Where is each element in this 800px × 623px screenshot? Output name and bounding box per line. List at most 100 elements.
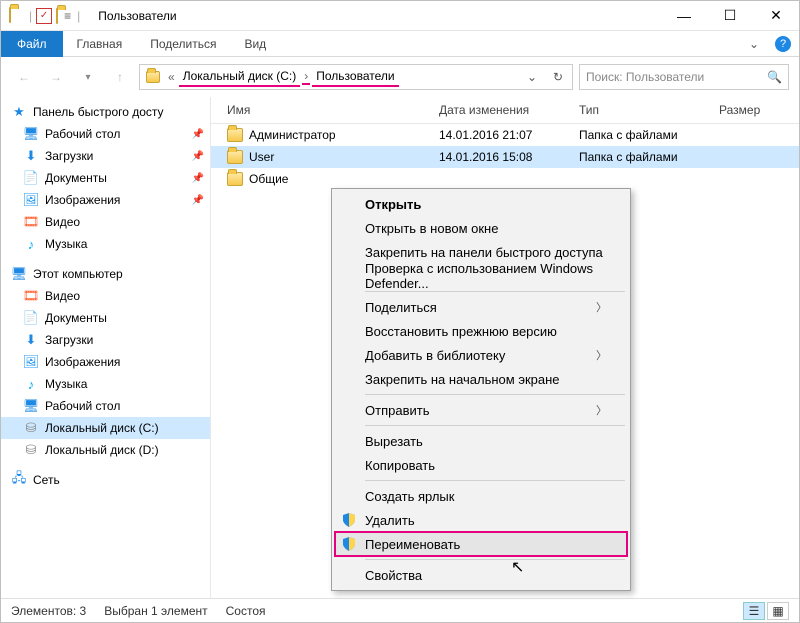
sidebar-item-desktop[interactable]: 🖥Рабочий стол xyxy=(1,395,210,417)
nav-quick-access[interactable]: ★ Панель быстрого досту xyxy=(1,101,210,123)
menu-item-label: Открыть xyxy=(365,197,421,212)
up-button[interactable]: ↑ xyxy=(107,64,133,90)
sidebar-item-video[interactable]: 🎞Видео xyxy=(1,211,210,233)
sidebar-item-label: Документы xyxy=(45,311,107,325)
downloads-icon: ⬇ xyxy=(23,148,39,164)
sidebar-item-drive[interactable]: ⛁Локальный диск (C:) xyxy=(1,417,210,439)
nav-network[interactable]: 🖧 Сеть xyxy=(1,469,210,491)
address-bar[interactable]: « Локальный диск (C:) › Пользователи ⌄ ↻ xyxy=(139,64,573,90)
file-date xyxy=(431,177,571,181)
refresh-icon[interactable]: ↻ xyxy=(546,65,570,89)
view-buttons: ☰ ▦ xyxy=(743,602,789,620)
menu-item[interactable]: Открыть в новом окне xyxy=(335,216,627,240)
help-icon[interactable]: ? xyxy=(775,36,791,52)
qat-overflow-icon[interactable]: ≡ xyxy=(62,9,73,23)
nav-this-pc[interactable]: 🖥 Этот компьютер xyxy=(1,263,210,285)
menu-item[interactable]: Удалить xyxy=(335,508,627,532)
search-placeholder: Поиск: Пользователи xyxy=(586,70,704,84)
file-tab[interactable]: Файл xyxy=(1,31,63,57)
menu-item-label: Свойства xyxy=(365,568,422,583)
sidebar-item-music[interactable]: ♪Музыка xyxy=(1,233,210,255)
qat-properties-icon[interactable]: ✓ xyxy=(36,8,52,24)
file-date: 14.01.2016 15:08 xyxy=(431,148,571,166)
menu-item-label: Копировать xyxy=(365,458,435,473)
chevron-right-icon: 〉 xyxy=(596,347,607,363)
column-size[interactable]: Размер xyxy=(711,97,799,123)
music-icon: ♪ xyxy=(23,376,39,392)
menu-item[interactable]: Переименовать xyxy=(335,532,627,556)
sidebar-item-drive[interactable]: ⛁ Локальный диск (D:) xyxy=(1,439,210,461)
menu-item[interactable]: Вырезать xyxy=(335,429,627,453)
column-date[interactable]: Дата изменения xyxy=(431,97,571,123)
folder-icon xyxy=(227,150,243,164)
sidebar-item-label: Локальный диск (D:) xyxy=(45,443,159,457)
table-row[interactable]: Общие xyxy=(211,168,799,190)
details-view-icon[interactable]: ☰ xyxy=(743,602,765,620)
sidebar-item-pictures[interactable]: 🖼Изображения📌 xyxy=(1,189,210,211)
sidebar-item-downloads[interactable]: ⬇Загрузки📌 xyxy=(1,145,210,167)
qat-folder-icon[interactable] xyxy=(56,9,58,23)
sidebar-item-label: Видео xyxy=(45,215,80,229)
sidebar-item-desktop[interactable]: 🖥Рабочий стол📌 xyxy=(1,123,210,145)
menu-item[interactable]: Создать ярлык xyxy=(335,484,627,508)
forward-button[interactable]: → xyxy=(43,64,69,90)
pin-icon: 📌 xyxy=(192,173,204,184)
menu-item[interactable]: Проверка с использованием Windows Defend… xyxy=(335,264,627,288)
sidebar-item-downloads[interactable]: ⬇Загрузки xyxy=(1,329,210,351)
chevron-right-icon[interactable]: › xyxy=(302,69,310,85)
icons-view-icon[interactable]: ▦ xyxy=(767,602,789,620)
sidebar-item-video[interactable]: 🎞 Видео xyxy=(1,285,210,307)
column-headers[interactable]: Имя Дата изменения Тип Размер xyxy=(211,97,799,124)
navigation-pane[interactable]: ★ Панель быстрого досту 🖥Рабочий стол📌⬇З… xyxy=(1,97,211,598)
menu-item-label: Переименовать xyxy=(365,537,460,552)
sidebar-item-pictures[interactable]: 🖼Изображения xyxy=(1,351,210,373)
address-dropdown-icon[interactable]: ⌄ xyxy=(520,65,544,89)
sidebar-item-label: Видео xyxy=(45,289,80,303)
table-row[interactable]: User14.01.2016 15:08Папка с файлами xyxy=(211,146,799,168)
tab-home[interactable]: Главная xyxy=(63,32,137,56)
address-root-icon[interactable] xyxy=(142,69,164,85)
recent-locations-button[interactable]: ▾ xyxy=(75,64,101,90)
menu-item[interactable]: Закрепить на начальном экране xyxy=(335,367,627,391)
sidebar-item-label: Изображения xyxy=(45,355,120,369)
menu-item[interactable]: Отправить〉 xyxy=(335,398,627,422)
menu-item[interactable]: Добавить в библиотеку〉 xyxy=(335,343,627,367)
menu-item[interactable]: Свойства xyxy=(335,563,627,587)
menu-item-label: Вырезать xyxy=(365,434,423,449)
breadcrumb-users[interactable]: Пользователи xyxy=(312,67,398,87)
column-name[interactable]: Имя xyxy=(211,97,431,123)
qat-separator: | xyxy=(29,9,32,23)
sidebar-item-music[interactable]: ♪Музыка xyxy=(1,373,210,395)
window-buttons: — ☐ ✕ xyxy=(661,1,799,31)
column-type[interactable]: Тип xyxy=(571,97,711,123)
network-icon: 🖧 xyxy=(11,472,27,488)
nav-quick-access-label: Панель быстрого досту xyxy=(33,105,164,119)
minimize-button[interactable]: — xyxy=(661,1,707,31)
maximize-button[interactable]: ☐ xyxy=(707,1,753,31)
tab-view[interactable]: Вид xyxy=(230,32,280,56)
chevron-right-icon[interactable]: « xyxy=(166,70,177,84)
file-date: 14.01.2016 21:07 xyxy=(431,126,571,144)
menu-item[interactable]: Копировать xyxy=(335,453,627,477)
sidebar-item-documents[interactable]: 📄Документы📌 xyxy=(1,167,210,189)
video-icon: 🎞 xyxy=(23,288,39,304)
search-input[interactable]: Поиск: Пользователи 🔍 xyxy=(579,64,789,90)
tab-share[interactable]: Поделиться xyxy=(136,32,230,56)
table-row[interactable]: Администратор14.01.2016 21:07Папка с фай… xyxy=(211,124,799,146)
menu-item[interactable]: Восстановить прежнюю версию xyxy=(335,319,627,343)
menu-item-label: Удалить xyxy=(365,513,415,528)
back-button[interactable]: ← xyxy=(11,64,37,90)
folder-icon xyxy=(227,172,243,186)
drive-icon: ⛁ xyxy=(23,420,39,436)
breadcrumb-drive[interactable]: Локальный диск (C:) xyxy=(179,67,301,87)
ribbon-caret-icon[interactable]: ⌄ xyxy=(749,37,767,51)
drive-icon: ⛁ xyxy=(23,442,39,458)
pictures-icon: 🖼 xyxy=(23,192,39,208)
menu-item[interactable]: Поделиться〉 xyxy=(335,295,627,319)
file-size xyxy=(711,155,799,159)
menu-item[interactable]: Открыть xyxy=(335,192,627,216)
status-selection: Выбран 1 элемент xyxy=(104,604,207,618)
menu-separator xyxy=(365,291,625,292)
sidebar-item-documents[interactable]: 📄Документы xyxy=(1,307,210,329)
close-button[interactable]: ✕ xyxy=(753,1,799,31)
